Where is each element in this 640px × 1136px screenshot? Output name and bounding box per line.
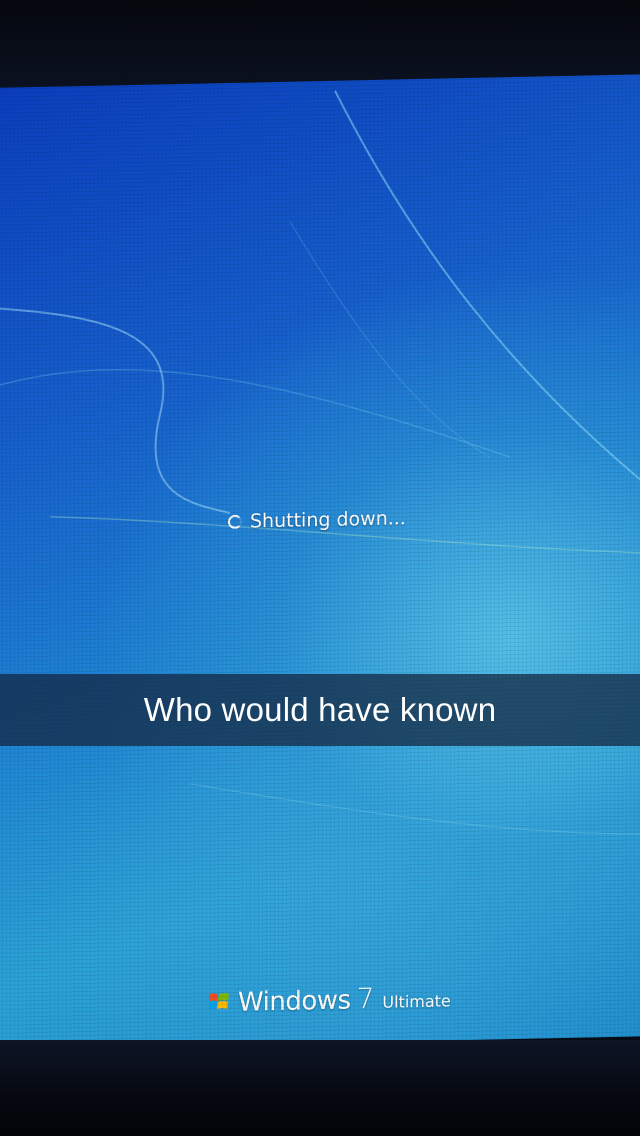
spinner-icon — [228, 514, 242, 530]
brand-edition: Ultimate — [382, 991, 451, 1012]
windows-branding: Windows 7 Ultimate — [208, 980, 451, 1018]
status-text: Shutting down... — [250, 507, 406, 533]
monitor-screen: Shutting down... Windows 7 Ultimate — [0, 73, 640, 1050]
windows-logo-icon — [209, 992, 229, 1009]
monitor-bezel-bottom — [0, 1040, 640, 1136]
caption-text: Who would have known — [143, 691, 497, 728]
wallpaper-light-streaks — [0, 90, 640, 835]
caption-bar: Who would have known — [0, 674, 640, 746]
brand-version: 7 — [356, 981, 375, 1016]
shutdown-status: Shutting down... — [228, 507, 406, 533]
brand-name: Windows — [238, 985, 351, 1018]
photo: Shutting down... Windows 7 Ultimate Who … — [0, 0, 640, 1136]
